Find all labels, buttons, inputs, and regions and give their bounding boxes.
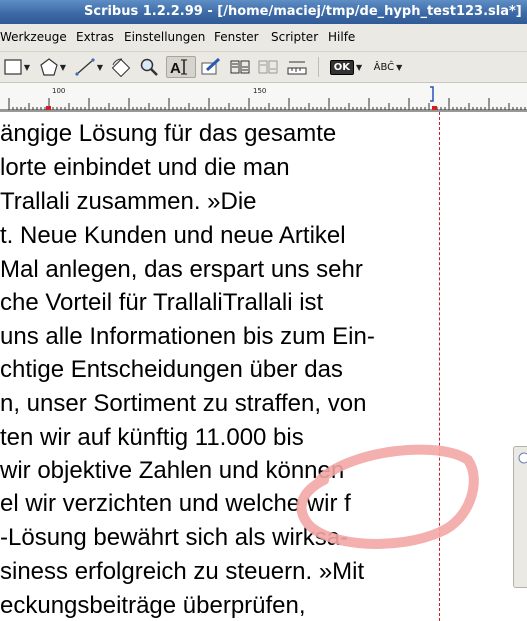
horizontal-ruler[interactable]: 100 150 [0, 83, 527, 112]
text-edit-icon: A [170, 59, 187, 76]
rotate-icon [111, 58, 131, 77]
edit-text-tool-button[interactable]: A [166, 56, 196, 78]
measure-tool-button[interactable] [285, 56, 309, 78]
text-line: uns alle Informationen bis zum Ein- [0, 323, 375, 350]
text-line: lorte einbindet und die man [0, 154, 290, 181]
text-line: chtige Entscheidungen über das [0, 356, 343, 383]
menu-einstellungen[interactable]: Einstellungen [124, 24, 205, 51]
palette-icon [518, 452, 527, 464]
text-line: eckungsbeiträge überprüfen, [0, 592, 306, 619]
story-editor-button[interactable] [199, 56, 223, 78]
menu-extras[interactable]: Extras [76, 24, 114, 51]
spellcheck-label: ÂBĈ [373, 61, 395, 73]
ruler-label-100: 100 [52, 87, 66, 95]
link-frames-button[interactable] [229, 56, 251, 78]
polygon-tool-button[interactable]: ▼ [36, 56, 70, 78]
toolbar: ▼ ▼ ▼ A OK ▼ ÂBĈ ▼ [0, 52, 527, 83]
pdf-tools-button[interactable]: OK ▼ [327, 56, 365, 78]
chevron-down-icon: ▼ [356, 62, 363, 72]
magnifier-icon [140, 58, 158, 76]
menu-hilfe[interactable]: Hilfe [328, 24, 355, 51]
line-icon [75, 58, 95, 76]
rectangle-icon [4, 59, 22, 75]
text-line: n, unser Sortiment zu straffen, von [0, 390, 367, 417]
ruler-icon [287, 61, 307, 75]
text-line: che Vorteil für TrallaliTrallali ist [0, 289, 324, 316]
text-line: ängige Lösung für das gesamte [0, 120, 337, 147]
red-circle-annotation [296, 444, 479, 549]
spellcheck-button[interactable]: ÂBĈ ▼ [367, 56, 409, 78]
svg-text:A: A [170, 60, 181, 76]
text-line: Mal anlegen, das erspart uns sehr [0, 256, 363, 283]
rotate-tool-button[interactable] [108, 56, 134, 78]
text-line: Trallali zusammen. »Die [0, 188, 257, 215]
text-line: t. Neue Kunden und neue Artikel [0, 222, 346, 249]
shape-tool-button[interactable]: ▼ [0, 56, 34, 78]
zoom-tool-button[interactable] [137, 56, 161, 78]
link-frames-icon [230, 60, 250, 74]
line-tool-button[interactable]: ▼ [72, 56, 106, 78]
document-canvas[interactable]: ängige Lösung für das gesamte lorte einb… [0, 112, 527, 621]
window-title: Scribus 1.2.2.99 - [/home/maciej/tmp/de_… [84, 4, 522, 19]
menu-fenster[interactable]: Fenster [214, 24, 259, 51]
chevron-down-icon: ▼ [96, 62, 104, 72]
floating-palette-edge[interactable] [513, 446, 527, 588]
unlink-frames-icon [258, 60, 278, 74]
ruler-label-150: 150 [253, 87, 267, 95]
pencil-icon [201, 58, 221, 75]
menu-bar: Werkzeuge Extras Einstellungen Fenster S… [0, 24, 527, 52]
text-line: siness erfolgreich zu steuern. »Mit [0, 558, 365, 585]
chevron-down-icon: ▼ [23, 62, 31, 72]
text-line: ten wir auf künftig 11.000 bis [0, 424, 304, 451]
polygon-icon [40, 58, 58, 76]
ok-badge: OK [329, 59, 355, 75]
menu-werkzeuge[interactable]: Werkzeuge [0, 24, 67, 51]
unlink-frames-button[interactable] [257, 56, 279, 78]
menu-scripter[interactable]: Scripter [271, 24, 318, 51]
window-titlebar[interactable]: Scribus 1.2.2.99 - [/home/maciej/tmp/de_… [0, 0, 527, 24]
toolbar-separator [318, 57, 319, 77]
chevron-down-icon: ▼ [396, 62, 403, 72]
chevron-down-icon: ▼ [59, 62, 67, 72]
